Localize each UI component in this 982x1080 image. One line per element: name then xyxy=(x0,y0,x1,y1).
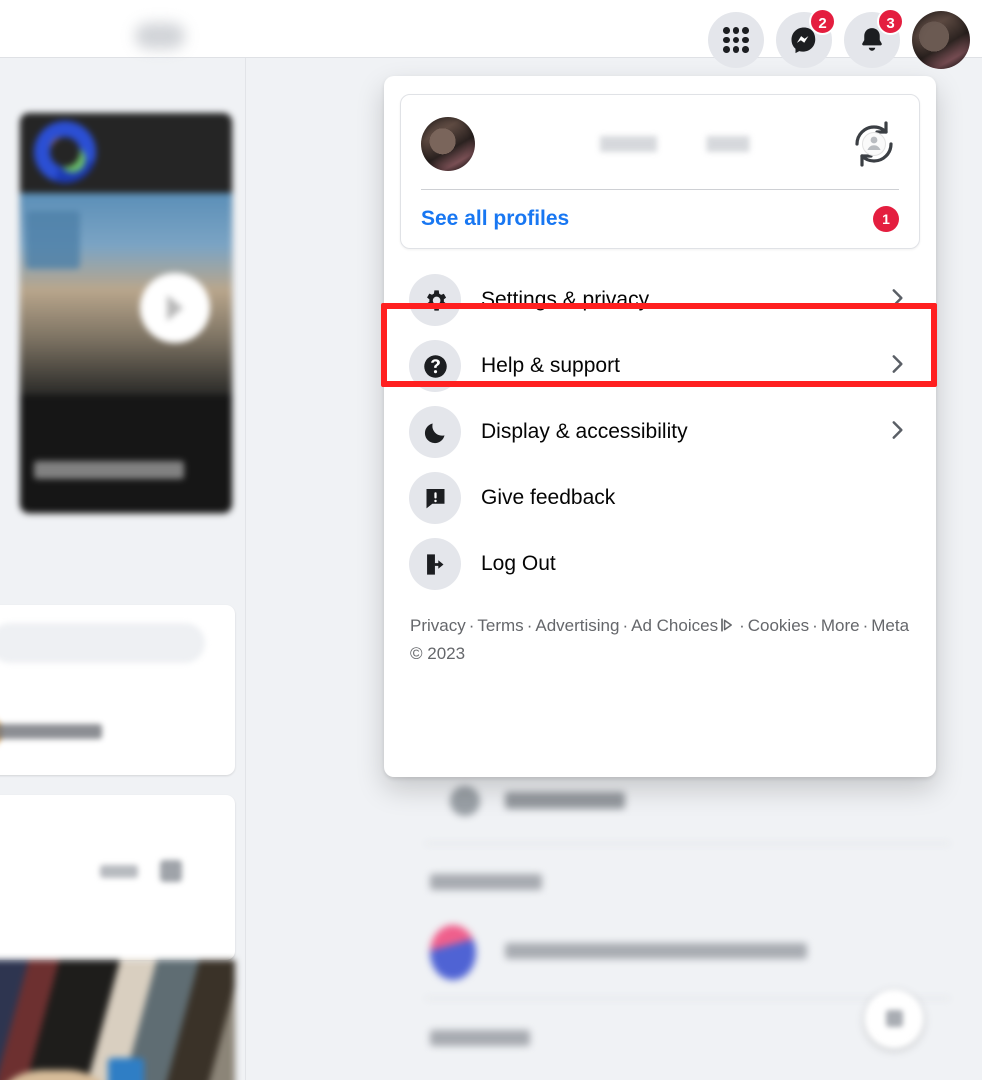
background-search-blur xyxy=(0,623,205,663)
notifications-button[interactable]: 3 xyxy=(844,8,904,68)
notifications-badge: 3 xyxy=(877,8,904,35)
switch-profile-icon[interactable] xyxy=(849,119,899,169)
moon-icon xyxy=(409,406,461,458)
footer-link-more[interactable]: More xyxy=(821,616,860,635)
footer-separator: · xyxy=(739,616,745,635)
story-play-icon xyxy=(140,273,210,343)
profile-avatar[interactable] xyxy=(421,117,475,171)
footer-link-ad-choices[interactable]: Ad Choices xyxy=(631,616,718,635)
background-birthdays-heading xyxy=(430,874,542,890)
footer-separator: · xyxy=(622,616,629,635)
background-text-blur xyxy=(0,724,102,739)
menu-item-label: Settings & privacy xyxy=(481,288,650,311)
story-logo xyxy=(34,121,96,183)
menu-item-label: Help & support xyxy=(481,354,620,377)
account-dropdown-menu: See all profiles 1 Settings & privacy He… xyxy=(384,76,936,777)
messenger-badge: 2 xyxy=(809,8,836,35)
background-sidebar-divider-1 xyxy=(425,843,950,844)
footer-separator: · xyxy=(468,616,475,635)
background-divider xyxy=(245,58,246,1080)
chevron-right-icon xyxy=(884,417,910,448)
footer-link-terms[interactable]: Terms xyxy=(477,616,523,635)
gear-icon xyxy=(409,274,461,326)
footer-link-cookies[interactable]: Cookies xyxy=(748,616,809,635)
chevron-right-icon xyxy=(884,351,910,382)
background-photo-accent xyxy=(108,1058,144,1080)
background-contacts-heading xyxy=(430,1030,530,1046)
background-birthday-icon xyxy=(430,925,476,980)
story-top-band xyxy=(20,113,232,193)
feedback-icon xyxy=(409,472,461,524)
footer-link-privacy[interactable]: Privacy xyxy=(410,616,466,635)
account-avatar-button[interactable] xyxy=(912,11,970,69)
background-page-label xyxy=(505,792,625,809)
see-all-profiles-badge: 1 xyxy=(873,206,899,232)
background-messenger-fab xyxy=(865,990,923,1048)
question-circle-icon xyxy=(409,340,461,392)
adchoices-icon[interactable] xyxy=(719,615,735,641)
footer-separator: · xyxy=(862,616,869,635)
background-logo-blob xyxy=(135,23,185,49)
background-pill-blur-b xyxy=(160,860,182,882)
menu-button[interactable] xyxy=(708,12,764,68)
background-page-avatar xyxy=(450,786,480,816)
see-all-profiles-row[interactable]: See all profiles 1 xyxy=(421,190,899,232)
dropdown-menu-list: Settings & privacy Help & support Displa… xyxy=(400,267,920,597)
profile-card[interactable]: See all profiles 1 xyxy=(400,94,920,249)
menu-item-help-support[interactable]: Help & support xyxy=(400,333,920,399)
profile-name xyxy=(493,136,849,152)
messenger-button[interactable]: 2 xyxy=(776,8,836,68)
profile-row xyxy=(421,113,899,175)
see-all-profiles-label: See all profiles xyxy=(421,207,570,230)
menu-item-label: Give feedback xyxy=(481,486,616,509)
grid-menu-icon xyxy=(723,27,749,53)
background-post-photo xyxy=(0,960,235,1080)
background-pill-blur-a xyxy=(100,865,138,878)
background-birthday-text xyxy=(505,943,807,959)
dropdown-footer: Privacy · Terms · Advertising · Ad Choices · Coo… xyxy=(400,613,920,667)
background-composer-card xyxy=(0,605,235,775)
menu-item-label: Display & accessibility xyxy=(481,420,688,443)
menu-item-display-accessibility[interactable]: Display & accessibility xyxy=(400,399,920,465)
menu-item-settings-privacy[interactable]: Settings & privacy xyxy=(400,267,920,333)
background-post-card xyxy=(0,795,235,960)
story-bottom-band xyxy=(20,395,232,513)
menu-item-label: Log Out xyxy=(481,552,556,575)
menu-item-log-out[interactable]: Log Out xyxy=(400,531,920,597)
story-caption-blur xyxy=(34,461,184,479)
background-story-card xyxy=(20,113,232,513)
chevron-right-icon xyxy=(884,285,910,316)
menu-item-give-feedback[interactable]: Give feedback xyxy=(400,465,920,531)
header-actions: 2 3 xyxy=(708,8,970,72)
footer-separator: · xyxy=(812,616,818,635)
logout-icon xyxy=(409,538,461,590)
footer-separator: · xyxy=(526,616,533,635)
background-feed xyxy=(0,60,245,1080)
footer-link-advertising[interactable]: Advertising xyxy=(535,616,619,635)
